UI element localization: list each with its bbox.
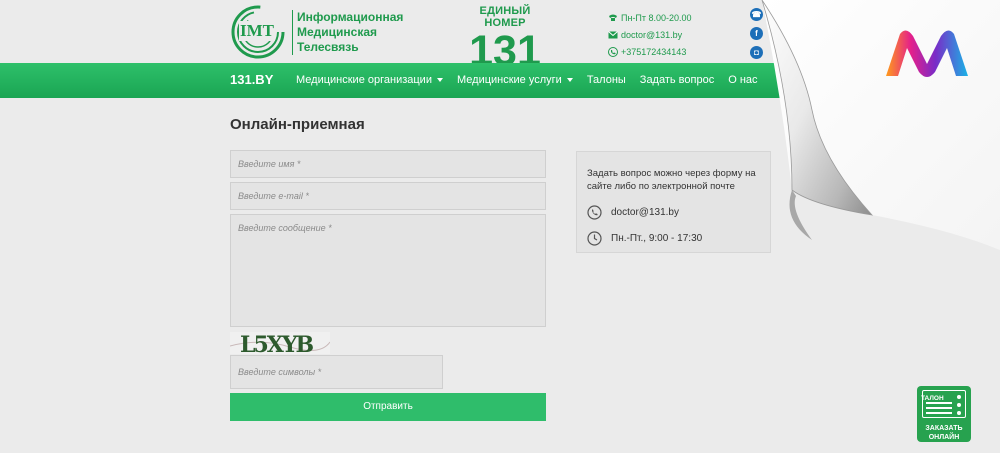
captcha-input[interactable] [230, 355, 443, 389]
nav-item-label: Талоны [586, 74, 626, 86]
clock-icon [587, 231, 602, 246]
header-email[interactable]: doctor@131.by [607, 26, 692, 43]
header-phone-text[interactable]: +375172434143 [621, 47, 686, 57]
info-email[interactable]: doctor@131.by [587, 205, 679, 220]
logo-mark-icon: IMT [230, 4, 286, 60]
captcha-text: L5XYB [240, 332, 314, 354]
nav-item-label: Задать вопрос [639, 74, 715, 86]
caret-down-icon [566, 78, 573, 82]
phone-operator-icon [607, 13, 618, 23]
ticket-label: ТАЛОН [921, 395, 944, 402]
header-hours: Пн-Пт 8.00-20.00 [607, 9, 692, 26]
caret-down-icon [436, 78, 443, 82]
nav-item-label: Медицинские услуги [456, 74, 562, 86]
nav-brand[interactable]: 131.BY [230, 72, 273, 87]
submit-button[interactable]: Отправить [230, 393, 546, 421]
hotline-caption: ЕДИНЫЙ НОМЕР [479, 5, 531, 29]
nav-item-tickets[interactable]: Талоны [587, 74, 626, 86]
site-logo[interactable]: IMT Информационная Медицинская Телесвязь [230, 4, 403, 60]
nav-item-medical-services[interactable]: Медицинские услуги [457, 74, 573, 86]
phone-icon [587, 205, 602, 220]
order-line-2: ОНЛАЙН [928, 434, 960, 441]
phone-icon [607, 46, 618, 57]
nav-items: Медицинские организации Медицинские услу… [296, 74, 772, 86]
page-title: Онлайн-приемная [230, 116, 365, 133]
name-input[interactable] [230, 150, 546, 178]
email-input[interactable] [230, 182, 546, 210]
captcha-image: L5XYB [230, 332, 330, 354]
hotline: ЕДИНЫЙ НОМЕР 131 [460, 5, 550, 73]
logo-line-2: Медицинская [297, 24, 378, 39]
logo-text: Информационная Медицинская Телесвязь [292, 9, 404, 55]
message-textarea[interactable] [230, 214, 546, 327]
info-box: Задать вопрос можно через форму на сайте… [576, 151, 771, 253]
header-phone[interactable]: +375172434143 [607, 43, 692, 60]
header-email-text[interactable]: doctor@131.by [621, 30, 682, 40]
info-text: Задать вопрос можно через форму на сайте… [587, 168, 756, 192]
mail-icon [607, 30, 618, 40]
order-online-label: ЗАКАЗАТЬ ОНЛАЙН [917, 424, 971, 442]
nav-item-label: Медицинские организации [296, 74, 432, 86]
info-hours: Пн.-Пт., 9:00 - 17:30 [587, 231, 702, 246]
header-hours-text: Пн-Пт 8.00-20.00 [621, 12, 692, 23]
nav-item-ask-question[interactable]: Задать вопрос [640, 74, 714, 86]
logo-line-3: Телесвязь [297, 39, 359, 54]
m-brand-logo [880, 28, 975, 78]
logo-abbr: IMT [239, 21, 275, 41]
info-hours-text: Пн.-Пт., 9:00 - 17:30 [611, 233, 703, 244]
logo-line-1: Информационная [297, 9, 404, 24]
nav-item-medical-organizations[interactable]: Медицинские организации [296, 74, 443, 86]
order-line-1: ЗАКАЗАТЬ [925, 425, 963, 432]
header-contacts: Пн-Пт 8.00-20.00 doctor@131.by +37517243… [607, 9, 692, 60]
order-ticket-widget[interactable]: ТАЛОН ЗАКАЗАТЬ ОНЛАЙН [917, 386, 971, 442]
info-email-text[interactable]: doctor@131.by [611, 207, 679, 218]
